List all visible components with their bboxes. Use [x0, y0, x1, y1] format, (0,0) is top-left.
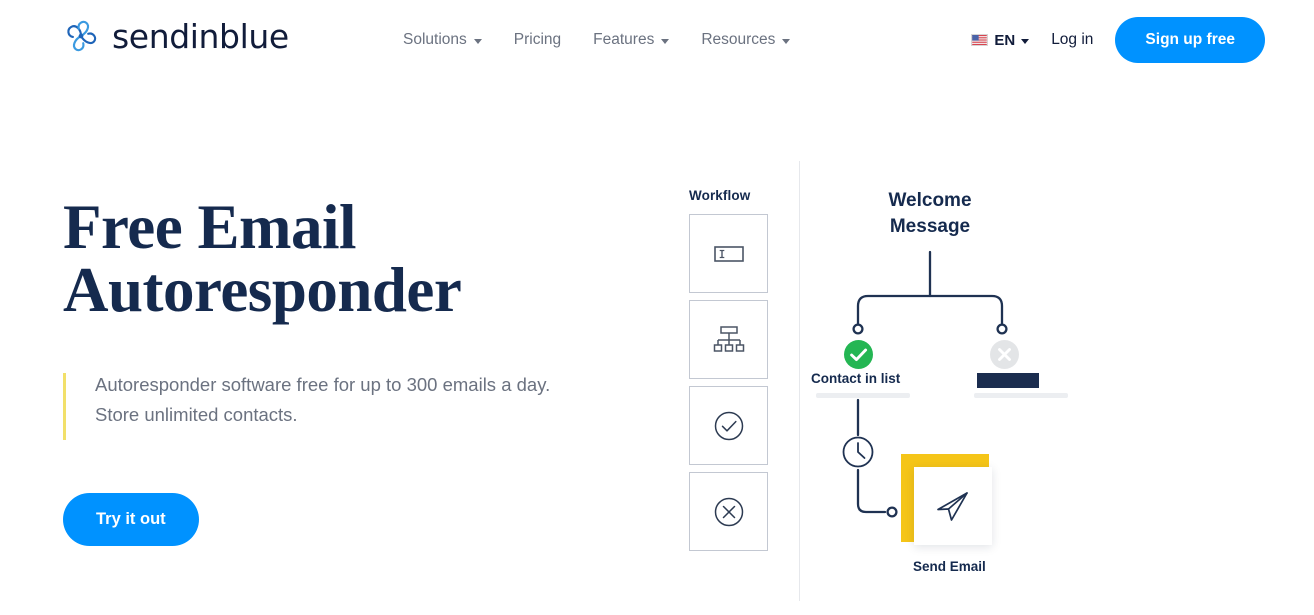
workflow-canvas: Welcome Message Contact in list Send Ema…	[800, 160, 1314, 615]
language-selector[interactable]: EN	[971, 31, 1030, 49]
header-actions: EN Log in Sign up free	[971, 17, 1265, 63]
subtitle-accent-bar	[63, 373, 66, 440]
nav-label-pricing: Pricing	[513, 31, 562, 48]
signup-free-button[interactable]: Sign up free	[1115, 17, 1265, 63]
workflow-card-x[interactable]	[689, 472, 768, 551]
branch-node-right	[996, 323, 1008, 335]
branch-node-left	[852, 323, 864, 335]
language-code: EN	[994, 31, 1016, 49]
node-placeholder-bar-right	[974, 393, 1068, 398]
workflow-card-org-chart[interactable]	[689, 300, 768, 379]
nav-label-features: Features	[593, 31, 655, 48]
chevron-down-icon	[782, 38, 791, 44]
page-title: Free Email Autoresponder	[63, 192, 462, 325]
nav-label-solutions: Solutions	[403, 31, 467, 48]
hero-section: Free Email Autoresponder Autoresponder s…	[63, 196, 663, 546]
brand-logo[interactable]: sendinblue	[63, 18, 289, 54]
x-circle-outline-icon	[713, 496, 745, 528]
sendinblue-pinwheel-logo-icon	[63, 18, 99, 54]
node-label-send-email: Send Email	[913, 559, 986, 574]
site-header: sendinblue Solutions Pricing Features Re…	[0, 0, 1314, 86]
hero-subtitle: Autoresponder software free for up to 30…	[95, 374, 551, 425]
workflow-panel: Workflow	[689, 188, 769, 558]
main-navigation: Solutions Pricing Features Resources	[403, 31, 791, 49]
try-it-out-button[interactable]: Try it out	[63, 492, 199, 546]
text-field-icon	[713, 244, 744, 264]
page-root: sendinblue Solutions Pricing Features Re…	[0, 0, 1314, 615]
us-flag-icon	[971, 34, 989, 46]
hero-subtitle-block: Autoresponder software free for up to 30…	[63, 370, 663, 440]
node-placeholder-bar-left	[816, 393, 910, 398]
paper-plane-send-icon	[934, 487, 972, 525]
workflow-card-check[interactable]	[689, 386, 768, 465]
green-check-circle-icon	[844, 340, 873, 369]
workflow-panel-title: Workflow	[689, 188, 751, 203]
chevron-down-icon	[661, 38, 670, 44]
chevron-down-icon	[1021, 38, 1030, 44]
gray-x-circle-icon	[990, 340, 1019, 369]
login-link[interactable]: Log in	[1051, 31, 1093, 49]
nav-item-features[interactable]: Features	[593, 31, 670, 49]
nav-item-pricing[interactable]: Pricing	[514, 31, 561, 49]
nav-label-resources: Resources	[701, 31, 776, 48]
clock-icon	[842, 436, 874, 468]
workflow-connectors	[842, 250, 1008, 518]
chevron-down-icon	[473, 38, 482, 44]
send-email-card[interactable]	[914, 467, 992, 545]
org-chart-icon	[713, 325, 745, 355]
elbow-node	[886, 506, 898, 518]
check-circle-outline-icon	[713, 410, 745, 442]
workflow-card-text-field[interactable]	[689, 214, 768, 293]
brand-name: sendinblue	[112, 16, 289, 56]
nav-item-resources[interactable]: Resources	[701, 31, 791, 49]
nav-item-solutions[interactable]: Solutions	[403, 31, 482, 49]
node-label-contact-in-list: Contact in list	[811, 371, 901, 386]
node-label-redacted-bar	[977, 373, 1039, 388]
